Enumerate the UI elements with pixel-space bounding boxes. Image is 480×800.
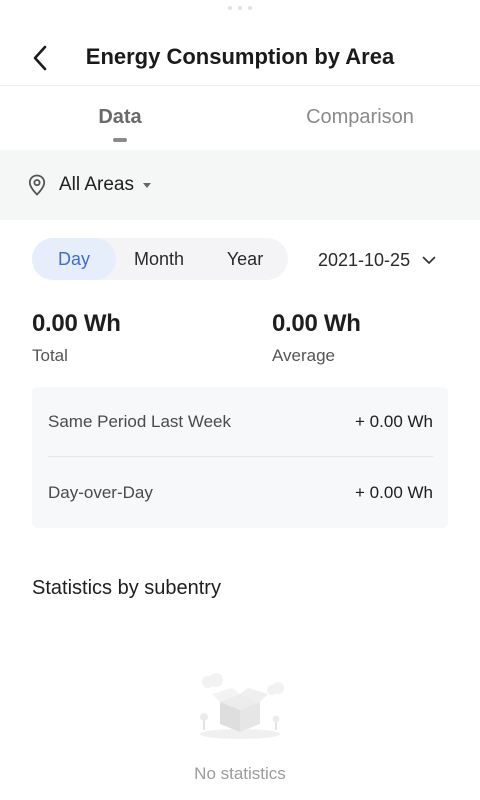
comparison-value: + 0.00 Wh	[355, 483, 433, 502]
area-label: All Areas	[59, 174, 134, 195]
location-pin-icon	[28, 174, 48, 196]
period-year-button[interactable]: Year	[202, 238, 288, 280]
caret-down-icon	[142, 182, 151, 188]
comparison-row-same-period: Same Period Last Week + 0.00 Wh	[48, 387, 433, 457]
section-title: Statistics by subentry	[32, 577, 221, 599]
comparison-label: Day-over-Day	[48, 483, 153, 502]
comparison-card: Same Period Last Week + 0.00 Wh Day-over…	[32, 387, 448, 528]
total-label: Total	[32, 346, 68, 365]
comparison-row-day-over-day: Day-over-Day + 0.00 Wh	[48, 458, 433, 528]
empty-box-icon	[190, 672, 290, 742]
date-value: 2021-10-25	[318, 249, 411, 270]
area-selector[interactable]: All Areas	[0, 150, 480, 220]
total-value: 0.00 Wh	[32, 310, 121, 337]
tab-data[interactable]: Data	[60, 106, 180, 129]
tab-comparison[interactable]: Comparison	[290, 106, 430, 129]
tab-bar: Data Comparison	[0, 86, 480, 150]
period-day-button[interactable]: Day	[32, 238, 116, 280]
chevron-down-icon	[422, 255, 436, 265]
comparison-label: Same Period Last Week	[48, 411, 231, 431]
date-picker[interactable]: 2021-10-25	[318, 246, 436, 274]
period-segmented-control: Day Month Year	[32, 238, 288, 280]
period-month-button[interactable]: Month	[116, 238, 202, 280]
page-title: Energy Consumption by Area	[85, 44, 395, 69]
average-value: 0.00 Wh	[272, 310, 361, 337]
total-stat: 0.00 Wh Total	[32, 310, 121, 366]
app-header: Energy Consumption by Area	[0, 0, 480, 86]
active-tab-indicator	[113, 138, 127, 142]
average-label: Average	[272, 346, 336, 365]
empty-state-text: No statistics	[194, 764, 286, 783]
average-stat: 0.00 Wh Average	[272, 310, 361, 366]
comparison-value: + 0.00 Wh	[355, 411, 433, 431]
